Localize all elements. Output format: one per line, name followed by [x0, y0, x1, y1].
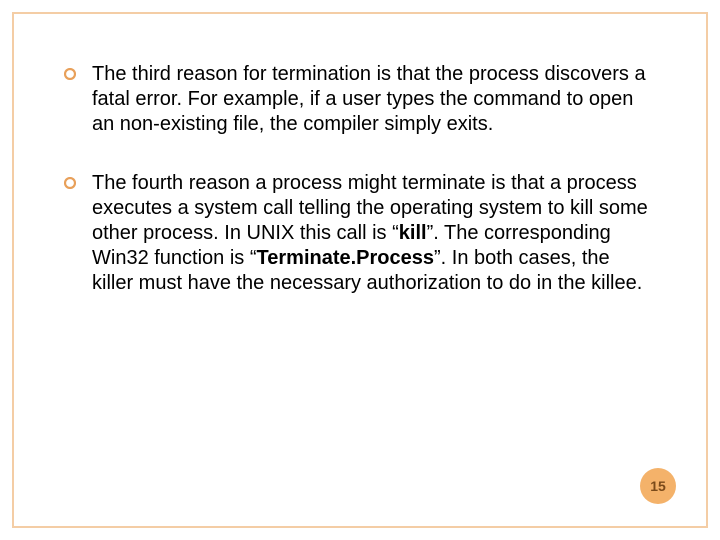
bullet-text: The third reason for termination is that…	[92, 62, 656, 137]
bullet-circle-icon	[64, 68, 76, 80]
slide-content: The third reason for termination is that…	[64, 62, 656, 296]
bold-term: Terminate.Process	[257, 247, 435, 269]
page-number-text: 15	[650, 478, 666, 494]
list-item: The third reason for termination is that…	[64, 62, 656, 137]
page-number-badge: 15	[640, 468, 676, 504]
slide-frame: The third reason for termination is that…	[12, 12, 708, 528]
bold-term: kill	[399, 222, 427, 244]
bullet-circle-icon	[64, 177, 76, 189]
bullet-text: The fourth reason a process might termin…	[92, 171, 656, 296]
list-item: The fourth reason a process might termin…	[64, 171, 656, 296]
